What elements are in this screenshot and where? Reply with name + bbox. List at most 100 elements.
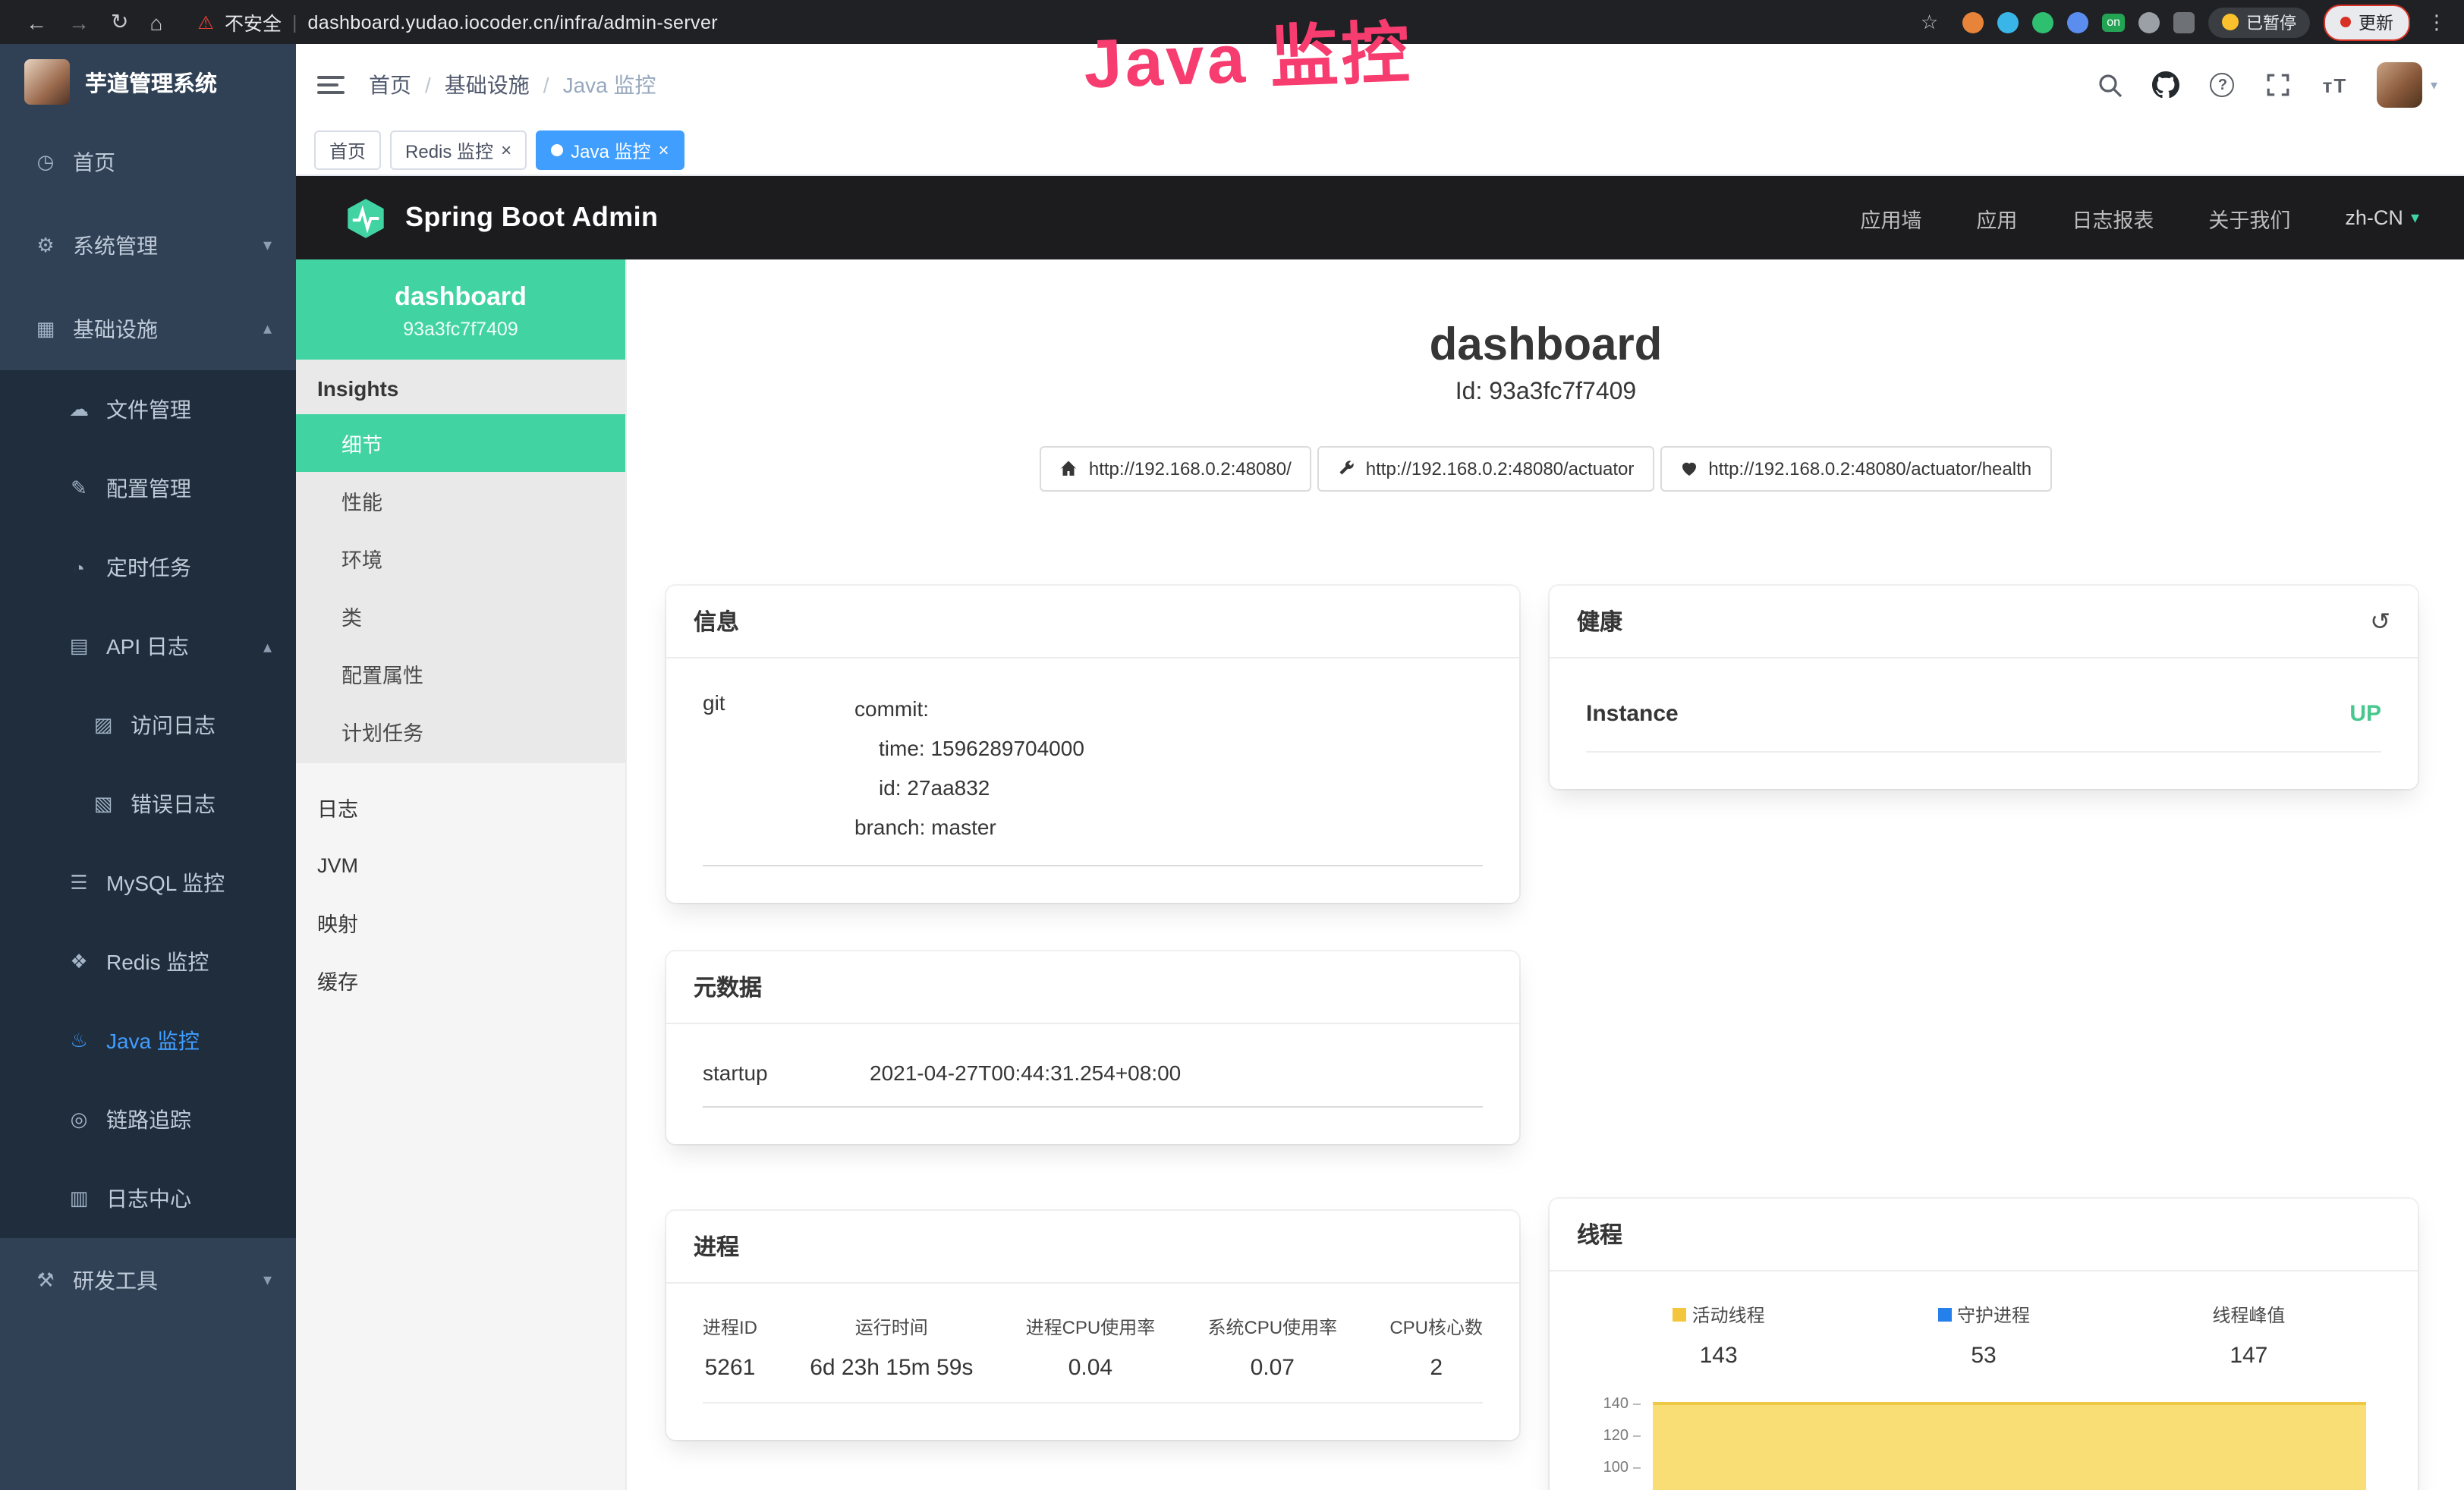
browser-menu-icon[interactable]: ⋮ [2427,10,2447,34]
active-threads-area [1653,1402,2366,1490]
wrench-icon [1337,460,1355,478]
sidebar-item-dev-tools[interactable]: ⚒ 研发工具 ▾ [0,1238,296,1322]
actuator-url-button[interactable]: http://192.168.0.2:48080/actuator [1317,446,1654,492]
forward-icon[interactable]: → [68,10,90,34]
process-stat: 运行时间 6d 23h 15m 59s [810,1314,973,1381]
help-icon[interactable]: ? [2209,71,2236,99]
back-icon[interactable]: ← [26,10,47,34]
sba-item-config-props[interactable]: 配置属性 [296,645,625,703]
sba-item-caches[interactable]: 缓存 [296,951,625,1009]
sba-nav-applications[interactable]: 应用 [1976,203,2017,233]
sba-item-logs[interactable]: 日志 [296,778,625,836]
extension-icon-3[interactable] [2032,11,2053,33]
git-time-line: time: 1596289704000 [854,728,1084,768]
sba-item-environment[interactable]: 环境 [296,530,625,587]
threads-legend: 活动线程 143 守护进程 53 线程峰值 [1586,1302,2381,1369]
sidebar-item-redis-monitor[interactable]: ❖ Redis 监控 [0,923,296,1001]
trace-icon: ◎ [64,1108,94,1132]
sidebar-item-config-management[interactable]: ✎ 配置管理 [0,449,296,528]
health-instance-row[interactable]: Instance UP [1586,689,2381,753]
breadcrumb-infrastructure[interactable]: 基础设施 [445,70,530,100]
edit-icon: ✎ [64,476,94,501]
font-size-icon[interactable]: тT [2321,71,2349,99]
sba-item-details[interactable]: 细节 [296,414,625,472]
tab-java-monitor[interactable]: Java 监控 × [536,130,684,170]
extensions-puzzle-icon[interactable] [2173,11,2195,33]
legend-daemon-threads: 守护进程 53 [1851,1302,2116,1369]
browser-home-icon[interactable]: ⌂ [149,10,162,34]
sba-nav-wallboard[interactable]: 应用墙 [1860,203,1921,233]
sba-item-metrics[interactable]: 性能 [296,472,625,530]
page-title: dashboard [627,320,2464,372]
sidebar-item-log-center[interactable]: ▥ 日志中心 [0,1159,296,1238]
sidebar-item-home[interactable]: ◷ 首页 [0,120,296,203]
git-commit-line: commit: [854,689,1084,728]
sidebar-item-infrastructure[interactable]: ▦ 基础设施 ▴ [0,287,296,370]
address-bar[interactable]: ⚠ 不安全 | dashboard.yudao.iocoder.cn/infra… [197,8,718,36]
startup-label: startup [703,1061,870,1085]
instance-links: http://192.168.0.2:48080/ http://192.168… [627,446,2464,492]
history-icon[interactable]: ↺ [2370,606,2390,637]
instance-id-line: Id: 93a3fc7f7409 [627,379,2464,407]
extension-icon-2[interactable] [1997,11,2019,33]
locale-selector[interactable]: zh-CN ▾ [2345,206,2419,229]
instance-details: dashboard Id: 93a3fc7f7409 http://192.16… [627,259,2464,1490]
close-icon[interactable]: × [658,141,669,159]
health-instance-label: Instance [1586,701,1679,727]
sidebar-item-file-management[interactable]: ☁ 文件管理 [0,370,296,449]
sba-item-scheduled-tasks[interactable]: 计划任务 [296,703,625,760]
gear-icon: ⚙ [30,233,61,257]
instance-header[interactable]: dashboard 93a3fc7f7409 [296,259,625,360]
active-threads-swatch [1673,1308,1686,1322]
sba-item-mappings[interactable]: 映射 [296,894,625,951]
git-info-row: git commit: time: 1596289704000 id: 27aa… [703,689,1483,866]
bookmark-star-icon[interactable]: ☆ [1921,10,1938,34]
document-icon: ▤ [64,634,94,659]
spring-boot-admin-logo [345,196,387,239]
startup-value: 2021-04-27T00:44:31.254+08:00 [870,1061,1181,1085]
search-icon[interactable] [2097,71,2124,99]
extension-icon-5[interactable] [2138,11,2160,33]
tab-bar: 首页 Redis 监控 × Java 监控 × [296,126,2464,176]
chevron-up-icon: ▴ [263,319,272,338]
sidebar-item-java-monitor[interactable]: ♨ Java 监控 [0,1001,296,1080]
sba-nav-about[interactable]: 关于我们 [2208,203,2290,233]
user-avatar[interactable]: ▾ [2377,62,2437,108]
extension-icon-1[interactable] [1962,11,1984,33]
sidebar-item-system[interactable]: ⚙ 系统管理 ▾ [0,203,296,287]
service-url-button[interactable]: http://192.168.0.2:48080/ [1040,446,1311,492]
sidebar-item-tracing[interactable]: ◎ 链路追踪 [0,1080,296,1159]
sidebar-item-access-logs[interactable]: ▨ 访问日志 [0,686,296,765]
breadcrumb-home[interactable]: 首页 [369,70,411,100]
sba-item-jvm[interactable]: JVM [296,836,625,894]
sba-nav-journal[interactable]: 日志报表 [2072,203,2154,233]
info-card-title: 信息 [694,605,739,637]
paused-label: 已暂停 [2246,10,2296,34]
browser-toolbar-right: ☆ on 已暂停 更新 ⋮ [1910,4,2450,40]
health-card: 健康 ↺ Instance UP [1550,586,2418,789]
metadata-row: startup 2021-04-27T00:44:31.254+08:00 [703,1055,1483,1108]
extension-icon-4[interactable] [2067,11,2088,33]
health-card-title: 健康 [1577,605,1622,637]
dashboard-icon: ◷ [30,149,61,174]
tab-home[interactable]: 首页 [314,130,381,170]
tab-redis-monitor[interactable]: Redis 监控 × [390,130,527,170]
sidebar-item-error-logs[interactable]: ▧ 错误日志 [0,765,296,844]
proxy-on-extension-icon[interactable]: on [2102,13,2125,31]
reload-icon[interactable]: ↻ [111,9,128,35]
github-icon[interactable] [2153,71,2180,99]
sidebar-item-scheduled-jobs[interactable]: ◔ 定时任务 [0,528,296,607]
update-browser-button[interactable]: 更新 [2324,4,2410,40]
header-actions: ? тT ▾ [2097,62,2437,108]
sba-item-classes[interactable]: 类 [296,587,625,645]
paused-extension-badge[interactable]: 已暂停 [2208,7,2310,37]
close-icon[interactable]: × [501,141,511,159]
sidebar-toggle-icon[interactable] [317,76,345,94]
clock-icon: ◔ [64,556,94,579]
fullscreen-icon[interactable] [2265,71,2292,99]
threads-card: 线程 活动线程 143 守护进程 [1550,1199,2418,1490]
health-url-button[interactable]: http://192.168.0.2:48080/actuator/health [1660,446,2051,492]
sba-nav-links: 应用墙 应用 日志报表 关于我们 zh-CN ▾ [1860,203,2419,233]
sidebar-item-mysql-monitor[interactable]: ☰ MySQL 监控 [0,844,296,923]
sidebar-item-api-logs[interactable]: ▤ API 日志 ▴ [0,607,296,686]
